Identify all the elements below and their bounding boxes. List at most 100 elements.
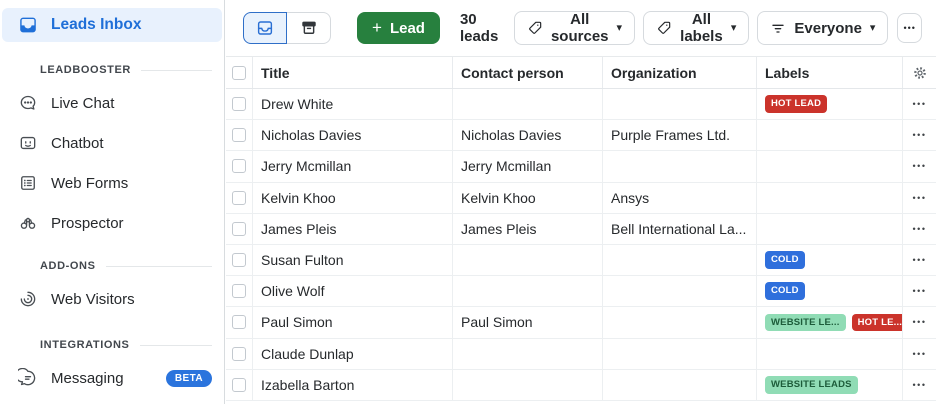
labels-filter-button[interactable]: All labels ▾ <box>643 11 749 45</box>
row-menu-button[interactable]: ••• <box>909 251 931 269</box>
column-header-organization[interactable]: Organization <box>603 57 757 88</box>
sidebar-item-prospector[interactable]: Prospector <box>0 203 224 243</box>
lead-title: Nicholas Davies <box>253 120 453 150</box>
prospector-icon <box>18 213 38 233</box>
lead-labels <box>757 339 903 369</box>
sidebar: Leads Inbox LEADBOOSTER Live Chat Chatbo… <box>0 0 225 404</box>
lead-labels <box>757 151 903 181</box>
chatbot-icon <box>18 133 38 153</box>
column-settings-cell <box>903 57 936 88</box>
table-row[interactable]: Claude Dunlap ••• <box>226 339 936 370</box>
row-menu-button[interactable]: ••• <box>909 157 931 175</box>
row-actions-cell: ••• <box>903 89 936 119</box>
row-checkbox[interactable] <box>232 253 246 267</box>
lead-labels: HOT LEAD <box>757 89 903 119</box>
row-checkbox[interactable] <box>232 97 246 111</box>
add-lead-button[interactable]: + Lead <box>357 12 440 44</box>
column-header-labels[interactable]: Labels <box>757 57 903 88</box>
row-menu-button[interactable]: ••• <box>909 345 931 363</box>
archive-icon <box>300 19 318 37</box>
lead-contact <box>453 276 603 306</box>
more-options-button[interactable]: ••• <box>897 13 922 43</box>
sidebar-item-label: Leads Inbox <box>51 16 141 34</box>
lead-title: Drew White <box>253 89 453 119</box>
table-row[interactable]: Paul Simon Paul Simon WEBSITE LE... HOT … <box>226 307 936 338</box>
sidebar-item-label: Web Visitors <box>51 291 135 308</box>
row-menu-button[interactable]: ••• <box>909 189 931 207</box>
table-row[interactable]: Jerry Mcmillan Jerry Mcmillan ••• <box>226 151 936 182</box>
sidebar-item-live-chat[interactable]: Live Chat <box>0 83 224 123</box>
row-menu-button[interactable]: ••• <box>909 220 931 238</box>
column-header-title[interactable]: Title <box>253 57 453 88</box>
toolbar: + Lead 30 leads All sources ▾ All labels… <box>226 0 936 57</box>
select-all-checkbox[interactable] <box>232 66 246 80</box>
lead-contact <box>453 245 603 275</box>
section-divider <box>106 266 212 267</box>
sidebar-item-web-forms[interactable]: Web Forms <box>0 163 224 203</box>
table-row[interactable]: Kelvin Khoo Kelvin Khoo Ansys ••• <box>226 183 936 214</box>
table-row[interactable]: Izabella Barton WEBSITE LEADS ••• <box>226 370 936 401</box>
sidebar-item-label: Prospector <box>51 215 124 232</box>
tag-icon <box>527 20 543 36</box>
row-menu-button[interactable]: ••• <box>909 376 931 394</box>
row-actions-cell: ••• <box>903 120 936 150</box>
row-checkbox[interactable] <box>232 315 246 329</box>
table-row[interactable]: Susan Fulton COLD ••• <box>226 245 936 276</box>
row-menu-button[interactable]: ••• <box>909 126 931 144</box>
lead-contact: Kelvin Khoo <box>453 183 603 213</box>
row-checkbox-cell <box>226 370 253 400</box>
row-checkbox[interactable] <box>232 378 246 392</box>
row-checkbox[interactable] <box>232 222 246 236</box>
inbox-view-button[interactable] <box>243 12 287 44</box>
row-checkbox-cell <box>226 89 253 119</box>
lead-labels: WEBSITE LEADS <box>757 370 903 400</box>
owner-filter-button[interactable]: Everyone ▾ <box>757 11 888 45</box>
messaging-icon <box>18 368 38 388</box>
column-header-contact-person[interactable]: Contact person <box>453 57 603 88</box>
sidebar-item-chatbot[interactable]: Chatbot <box>0 123 224 163</box>
row-checkbox-cell <box>226 339 253 369</box>
row-checkbox-cell <box>226 245 253 275</box>
lead-organization <box>603 370 757 400</box>
row-checkbox[interactable] <box>232 159 246 173</box>
row-menu-button[interactable]: ••• <box>909 282 931 300</box>
sidebar-item-label: Chatbot <box>51 135 104 152</box>
archive-view-button[interactable] <box>287 12 331 44</box>
sidebar-item-label: Messaging <box>51 370 124 387</box>
integrations-items: Messaging BETA <box>0 358 224 398</box>
row-checkbox-cell <box>226 120 253 150</box>
lead-organization <box>603 151 757 181</box>
row-menu-button[interactable]: ••• <box>909 313 931 331</box>
table-row[interactable]: Drew White HOT LEAD ••• <box>226 89 936 120</box>
inbox-icon <box>256 19 274 37</box>
sources-filter-button[interactable]: All sources ▾ <box>514 11 635 45</box>
sidebar-item-leads-inbox[interactable]: Leads Inbox <box>2 8 222 42</box>
select-all-cell <box>226 57 253 88</box>
lead-labels <box>757 183 903 213</box>
inbox-icon <box>18 15 38 35</box>
row-actions-cell: ••• <box>903 214 936 244</box>
label-badge: WEBSITE LEADS <box>765 376 858 394</box>
lead-organization <box>603 307 757 337</box>
table-row[interactable]: Nicholas Davies Nicholas Davies Purple F… <box>226 120 936 151</box>
section-divider <box>140 345 213 346</box>
row-menu-button[interactable]: ••• <box>909 95 931 113</box>
sidebar-item-messaging[interactable]: Messaging BETA <box>0 358 224 398</box>
row-checkbox[interactable] <box>232 128 246 142</box>
table-row[interactable]: Olive Wolf COLD ••• <box>226 276 936 307</box>
row-checkbox-cell <box>226 151 253 181</box>
table-row[interactable]: James Pleis James Pleis Bell Internation… <box>226 214 936 245</box>
sidebar-item-web-visitors[interactable]: Web Visitors <box>0 279 224 319</box>
beta-badge: BETA <box>166 370 212 387</box>
row-checkbox[interactable] <box>232 347 246 361</box>
column-settings-button[interactable] <box>912 65 928 81</box>
lead-labels <box>757 120 903 150</box>
label-badge: COLD <box>765 251 805 269</box>
row-checkbox[interactable] <box>232 191 246 205</box>
live-chat-icon <box>18 93 38 113</box>
row-checkbox[interactable] <box>232 284 246 298</box>
lead-contact: James Pleis <box>453 214 603 244</box>
label-badge: WEBSITE LE... <box>765 314 846 332</box>
table-header: Title Contact person Organization Labels <box>226 57 936 89</box>
lead-organization: Bell International La... <box>603 214 757 244</box>
